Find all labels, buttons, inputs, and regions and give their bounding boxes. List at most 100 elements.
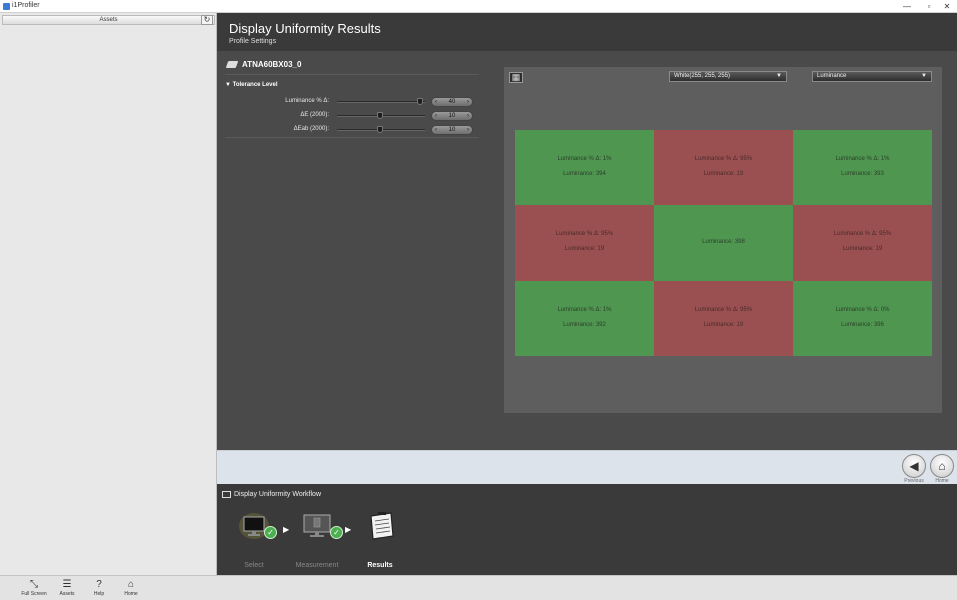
home-button[interactable]: ⌂ xyxy=(930,454,954,478)
arrow-right-icon: ▶ xyxy=(345,525,352,534)
cell-delta: Luminance % Δ: 95% xyxy=(555,231,614,238)
color-select-value: White(255, 255, 255) xyxy=(674,73,731,79)
home-toolbar-label: Home xyxy=(124,591,138,597)
minimize-icon[interactable]: — xyxy=(896,0,918,13)
stepper-value: 10 xyxy=(448,113,456,119)
deab2000-slider-thumb[interactable] xyxy=(377,126,383,133)
list-icon: ☰ xyxy=(62,579,72,590)
uniformity-cell-fail: Luminance % Δ: 95% Luminance: 19 xyxy=(515,205,654,281)
monitor-measure-icon xyxy=(303,514,331,537)
tolerance-label: Luminance % Δ: xyxy=(285,98,329,104)
uniformity-cell-fail: Luminance % Δ: 95% Luminance: 19 xyxy=(654,130,793,206)
cell-luminance: Luminance: 394 xyxy=(563,171,606,177)
uniformity-cell-fail: Luminance % Δ: 95% Luminance: 19 xyxy=(654,280,793,356)
stepper-value: 40 xyxy=(448,99,456,105)
previous-button[interactable]: ◀ xyxy=(902,454,926,478)
increment-icon[interactable]: › xyxy=(467,127,469,133)
cell-delta: Luminance % Δ: 95% xyxy=(694,156,753,162)
chevron-down-icon: ▼ xyxy=(776,73,782,79)
help-label: Help xyxy=(93,591,105,597)
uniformity-cell-pass: Luminance % Δ: 1% Luminance: 394 xyxy=(515,130,654,206)
full-screen-button[interactable]: ⤡ Full Screen xyxy=(18,579,50,597)
home-icon: ⌂ xyxy=(127,579,135,590)
assets-label: Assets xyxy=(59,591,75,597)
clipboard-report-icon xyxy=(370,512,394,540)
tolerance-heading[interactable]: ▼ Tolerance Level xyxy=(225,82,278,88)
assets-sidebar: Assets ↻ xyxy=(0,13,217,575)
arrow-right-icon: ▶ xyxy=(283,525,290,534)
uniformity-grid: Luminance % Δ: 1% Luminance: 394 Luminance… xyxy=(515,130,932,356)
tolerance-label: ΔE (2000): xyxy=(300,112,329,118)
tolerance-label: ΔEab (2000): xyxy=(293,126,329,132)
step-label: Measurement xyxy=(295,562,339,569)
cell-luminance: Luminance: 398 xyxy=(702,239,745,246)
window-title: i1Profiler xyxy=(12,2,40,9)
cell-luminance: Luminance: 392 xyxy=(563,321,606,328)
metric-select-value: Luminance xyxy=(817,73,847,79)
assets-header: Assets xyxy=(2,15,215,25)
app-icon xyxy=(3,3,10,10)
navigation-bar: ◀ Previous ⌂ Home xyxy=(217,450,957,484)
deab2000-stepper[interactable]: ‹ 10 › xyxy=(431,125,473,135)
uniformity-cell-pass: Luminance: 398 xyxy=(654,205,793,281)
de2000-stepper[interactable]: ‹ 10 › xyxy=(431,111,473,121)
cell-delta: Luminance % Δ: 1% xyxy=(835,156,890,162)
display-device-icon xyxy=(225,61,239,68)
de2000-slider-thumb[interactable] xyxy=(377,112,383,119)
metric-select[interactable]: Luminance ▼ xyxy=(812,71,932,82)
cell-delta: Luminance % Δ: 95% xyxy=(833,231,892,238)
uniformity-cell-pass: Luminance % Δ: 1% Luminance: 392 xyxy=(515,280,654,356)
cell-delta: Luminance % Δ: 1% xyxy=(557,156,612,162)
luminance-slider-track[interactable] xyxy=(337,101,425,103)
check-icon: ✓ xyxy=(264,526,277,539)
bottom-toolbar: ⤡ Full Screen ☰ Assets ? Help ⌂ Home xyxy=(0,575,957,600)
monitor-icon xyxy=(222,491,231,498)
help-icon: ? xyxy=(96,579,102,590)
device-row: ATNA60BX03_0 xyxy=(225,59,479,75)
device-name: ATNA60BX03_0 xyxy=(242,60,302,69)
help-button[interactable]: ? Help xyxy=(83,579,115,597)
increment-icon[interactable]: › xyxy=(467,99,469,105)
window-titlebar: i1Profiler — ▫ ✕ xyxy=(0,0,957,13)
chevron-down-icon: ▼ xyxy=(921,73,927,79)
cell-delta: Luminance % Δ: 1% xyxy=(557,306,612,313)
uniformity-cell-fail: Luminance % Δ: 95% Luminance: 19 xyxy=(793,205,932,281)
uniformity-cell-pass: Luminance % Δ: 0% Luminance: 396 xyxy=(793,280,932,356)
page-subtitle: Profile Settings xyxy=(229,38,277,45)
cell-delta: Luminance % Δ: 95% xyxy=(694,306,753,313)
workflow-panel: Display Uniformity Workflow ✓ Select ▶ ✓… xyxy=(217,484,957,575)
tolerance-row-de2000: ΔE (2000): ‹ 10 › xyxy=(217,110,479,122)
uniformity-cell-pass: Luminance % Δ: 1% Luminance: 393 xyxy=(793,130,932,206)
workflow-title: Display Uniformity Workflow xyxy=(234,491,321,498)
step-label-active: Results xyxy=(367,562,393,569)
main-panel: Display Uniformity Results Profile Setti… xyxy=(217,13,957,450)
expand-icon: ⤡ xyxy=(30,579,38,590)
stepper-value: 10 xyxy=(448,127,456,133)
page-header: Display Uniformity Results Profile Setti… xyxy=(217,13,957,51)
divider xyxy=(225,137,479,138)
tolerance-row-deab2000: ΔEab (2000): ‹ 10 › xyxy=(217,124,479,136)
cell-luminance: Luminance: 19 xyxy=(842,246,883,253)
check-icon: ✓ xyxy=(330,526,343,539)
page-title: Display Uniformity Results xyxy=(229,21,381,36)
cell-luminance: Luminance: 19 xyxy=(703,321,744,328)
assets-button[interactable]: ☰ Assets xyxy=(51,579,83,597)
step-label: Select xyxy=(244,562,264,569)
luminance-slider-thumb[interactable] xyxy=(417,98,423,105)
cell-luminance: Luminance: 19 xyxy=(564,246,605,253)
home-toolbar-button[interactable]: ⌂ Home xyxy=(115,579,147,597)
cell-luminance: Luminance: 19 xyxy=(703,171,744,177)
tolerance-heading-label: Tolerance Level xyxy=(232,82,278,88)
tolerance-row-luminance: Luminance % Δ: ‹ 40 › xyxy=(217,96,479,108)
cell-luminance: Luminance: 393 xyxy=(841,171,884,177)
uniformity-panel: ▦ White(255, 255, 255) ▼ Luminance ▼ Lum… xyxy=(504,67,942,413)
refresh-icon[interactable]: ↻ xyxy=(201,15,213,25)
cell-delta: Luminance % Δ: 0% xyxy=(835,306,890,313)
increment-icon[interactable]: › xyxy=(467,113,469,119)
luminance-stepper[interactable]: ‹ 40 › xyxy=(431,97,473,107)
full-screen-label: Full Screen xyxy=(21,591,47,597)
cell-luminance: Luminance: 396 xyxy=(841,321,884,328)
color-select[interactable]: White(255, 255, 255) ▼ xyxy=(669,71,787,82)
grid-layout-icon[interactable]: ▦ xyxy=(509,72,523,83)
close-icon[interactable]: ✕ xyxy=(936,0,957,13)
